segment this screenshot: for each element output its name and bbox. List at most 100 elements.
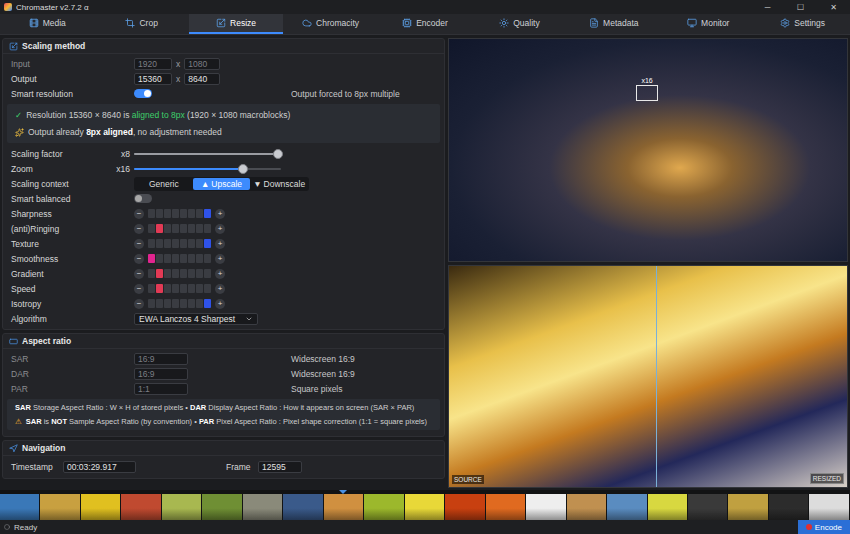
segment-option[interactable]: ▼Downscale: [250, 178, 308, 190]
compare-split-line[interactable]: [656, 266, 657, 488]
filmstrip-frame[interactable]: [283, 494, 323, 520]
smart-balanced-toggle[interactable]: [134, 194, 152, 203]
meter-cell: [148, 284, 155, 293]
row-label: Smoothness: [11, 254, 134, 264]
decrease-button[interactable]: −: [134, 254, 144, 264]
slider[interactable]: [134, 149, 281, 159]
filmstrip-frame[interactable]: [688, 494, 728, 520]
increase-button[interactable]: +: [215, 269, 225, 279]
segment-option[interactable]: ▲Upscale: [193, 178, 251, 190]
decrease-button[interactable]: −: [134, 284, 144, 294]
smart-resolution-toggle[interactable]: [134, 89, 152, 98]
filmstrip-frame[interactable]: [162, 494, 202, 520]
increase-button[interactable]: +: [215, 284, 225, 294]
zoomed-preview[interactable]: SOURCERESIZED: [448, 265, 848, 489]
slider-row: Scaling factorx8: [3, 146, 444, 161]
filmstrip-frame[interactable]: [607, 494, 647, 520]
zoom-indicator: x16: [636, 77, 658, 101]
filmstrip-frame[interactable]: [0, 494, 40, 520]
tab[interactable]: Metadata: [567, 14, 661, 34]
increase-button[interactable]: +: [215, 209, 225, 219]
algorithm-row: AlgorithmEWA Lanczos 4 Sharpest: [3, 311, 444, 326]
notice-text-segment: Output already: [28, 127, 86, 137]
filmstrip-frame[interactable]: [486, 494, 526, 520]
width-field[interactable]: 15360: [134, 73, 172, 85]
window-control-button[interactable]: ─: [751, 0, 784, 14]
meter-cell: [180, 299, 187, 308]
filmstrip-frame[interactable]: [81, 494, 121, 520]
decrease-button[interactable]: −: [134, 269, 144, 279]
filmstrip-frame[interactable]: [121, 494, 161, 520]
filmstrip-frame[interactable]: [243, 494, 283, 520]
decrease-button[interactable]: −: [134, 224, 144, 234]
playhead-marker[interactable]: [339, 490, 347, 494]
decrease-button[interactable]: −: [134, 209, 144, 219]
segment-option[interactable]: Generic: [135, 178, 193, 190]
row-label: Timestamp: [11, 462, 63, 472]
timestamp-field[interactable]: 00:03:29.917: [63, 461, 136, 473]
filmstrip-frame[interactable]: [202, 494, 242, 520]
aspect-description: Widescreen 16:9: [291, 354, 444, 364]
quality-meter: −+: [134, 224, 291, 234]
filmstrip-frame[interactable]: [728, 494, 768, 520]
decrease-button[interactable]: −: [134, 299, 144, 309]
tab[interactable]: Resize: [189, 14, 283, 34]
tab[interactable]: Encoder: [378, 14, 472, 34]
filmstrip-frame[interactable]: [769, 494, 809, 520]
filmstrip-frame[interactable]: [445, 494, 485, 520]
quality-meter: −+: [134, 209, 291, 219]
window-control-button[interactable]: ✕: [817, 0, 850, 14]
filmstrip-frame[interactable]: [40, 494, 80, 520]
filmstrip-frame[interactable]: [405, 494, 445, 520]
meter-cell: [188, 254, 195, 263]
height-field: 1080: [184, 58, 220, 70]
filmstrip-frame[interactable]: [324, 494, 364, 520]
main-area: Scaling methodInput1920x1080Output15360x…: [0, 35, 850, 490]
notice-text-segment: Storage Aspect Ratio : W × H of stored p…: [31, 403, 190, 412]
tab[interactable]: Crop: [94, 14, 188, 34]
aspect-row: SAR16:9Widescreen 16:9: [3, 351, 444, 366]
meter-cell: [188, 239, 195, 248]
zoom-region[interactable]: [636, 85, 658, 101]
meter-cell: [188, 299, 195, 308]
meter-cell: [148, 299, 155, 308]
filmstrip-frame[interactable]: [809, 494, 849, 520]
increase-button[interactable]: +: [215, 224, 225, 234]
encode-button[interactable]: Encode: [798, 520, 850, 534]
increase-button[interactable]: +: [215, 239, 225, 249]
filmstrip-frame[interactable]: [648, 494, 688, 520]
window-controls: ─☐✕: [751, 0, 850, 14]
tab[interactable]: Media: [0, 14, 94, 34]
decrease-button[interactable]: −: [134, 239, 144, 249]
meter-cell: [204, 284, 211, 293]
overview-preview[interactable]: x16: [448, 38, 848, 262]
tab[interactable]: Monitor: [661, 14, 755, 34]
increase-button[interactable]: +: [215, 299, 225, 309]
meter-cell: [180, 239, 187, 248]
meter-cell: [196, 299, 203, 308]
chevron-down-icon: [245, 315, 253, 323]
rectangle-icon: [9, 337, 18, 346]
quality-meter: −+: [134, 269, 291, 279]
filmstrip-frame[interactable]: [526, 494, 566, 520]
slider-thumb[interactable]: [273, 149, 283, 159]
increase-button[interactable]: +: [215, 254, 225, 264]
frame-field[interactable]: 12595: [258, 461, 302, 473]
row-label: SAR: [11, 354, 134, 364]
tab[interactable]: Settings: [756, 14, 850, 34]
slider[interactable]: [134, 164, 281, 174]
aspect-field: 1:1: [134, 383, 188, 395]
algorithm-dropdown[interactable]: EWA Lanczos 4 Sharpest: [134, 313, 258, 325]
height-field[interactable]: 8640: [184, 73, 220, 85]
quality-meter: −+: [134, 254, 291, 264]
notice-text-segment: NOT: [51, 417, 67, 426]
filmstrip-frame[interactable]: [364, 494, 404, 520]
aspect-notes: SAR Storage Aspect Ratio : W × H of stor…: [7, 399, 440, 430]
status-icon: [4, 524, 10, 530]
tab[interactable]: Quality: [472, 14, 566, 34]
window-control-button[interactable]: ☐: [784, 0, 817, 14]
filmstrip-frame[interactable]: [567, 494, 607, 520]
toggle-knob: [135, 195, 142, 202]
tab[interactable]: Chromacity: [283, 14, 377, 34]
slider-thumb[interactable]: [238, 164, 248, 174]
